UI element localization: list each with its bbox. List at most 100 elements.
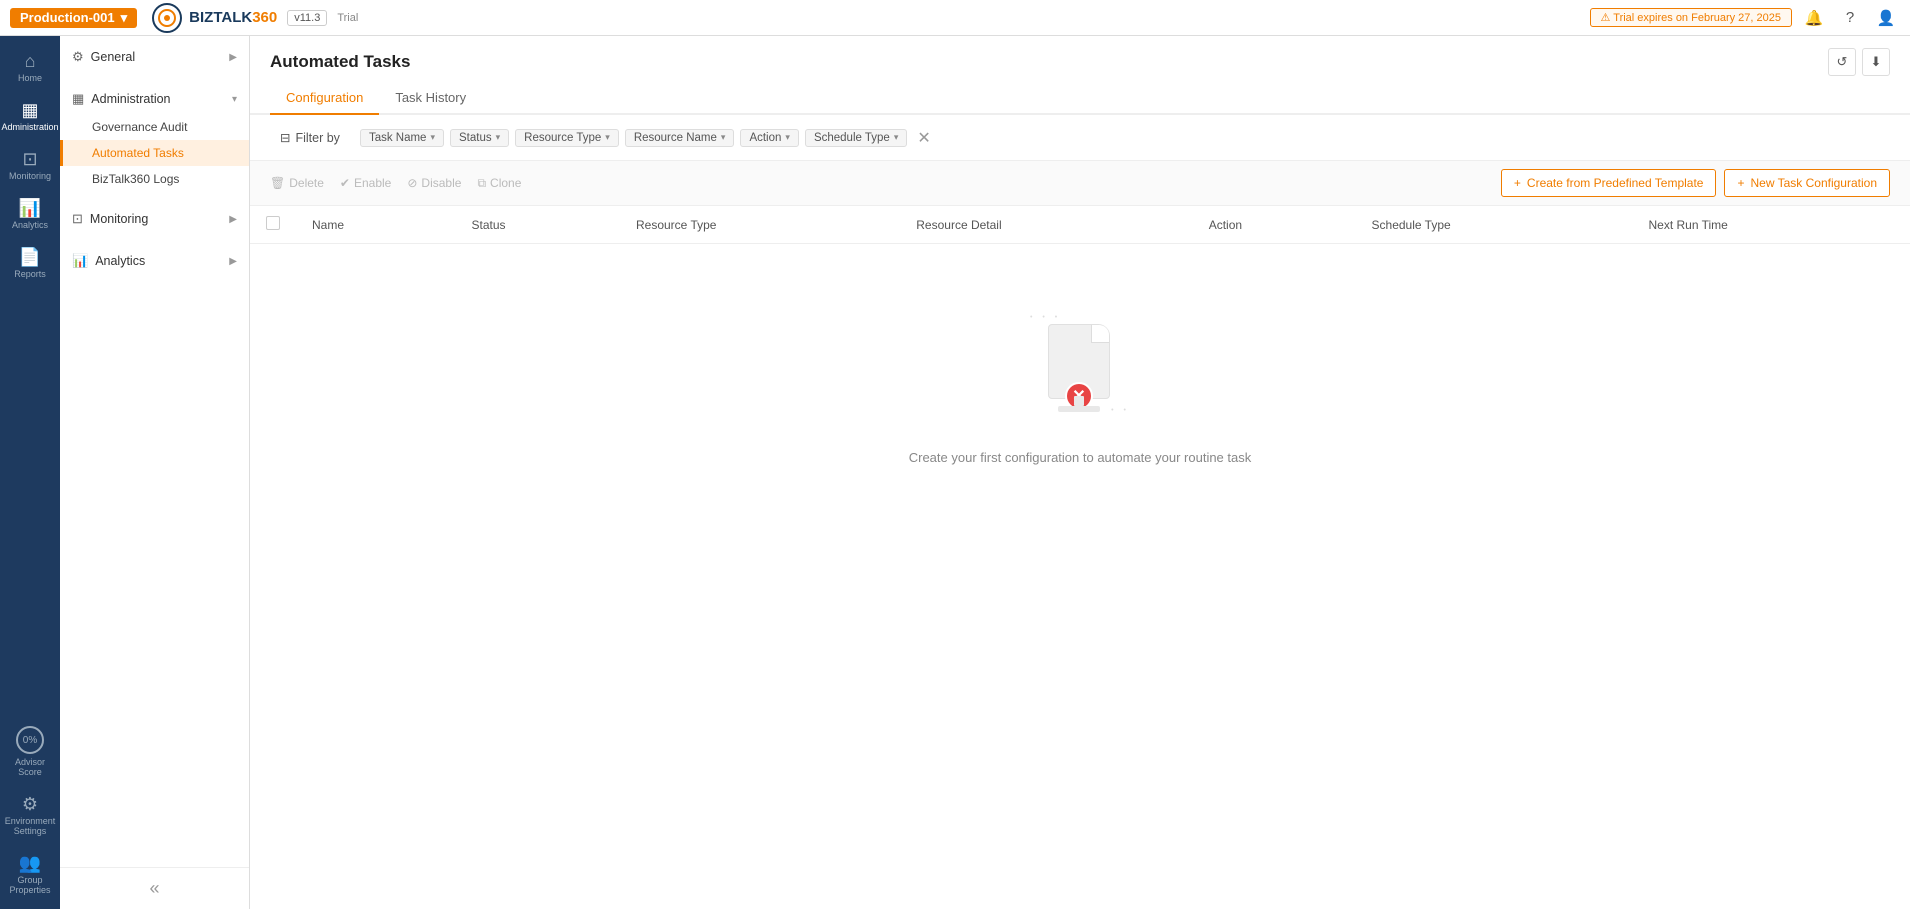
sidebar-icons: ⌂ Home ▦ Administration ⊡ Monitoring 📊 A… <box>0 36 60 909</box>
template-plus-icon: + <box>1514 176 1521 190</box>
refresh-button[interactable]: ↺ <box>1828 48 1856 76</box>
general-nav-icon: ⚙ <box>72 49 84 65</box>
sidebar-item-reports[interactable]: 📄 Reports <box>1 240 59 287</box>
monitoring-icon: ⊡ <box>22 150 37 168</box>
col-checkbox <box>250 206 296 244</box>
nav-administration[interactable]: ▦ Administration ▾ <box>60 84 249 114</box>
filter-tag-action[interactable]: Action ▾ <box>740 129 799 147</box>
sidebar-item-administration[interactable]: ▦ Administration <box>1 93 59 140</box>
empty-state: • • • ✕ <box>250 244 1910 525</box>
filter-clear-button[interactable]: ✕ <box>913 128 934 148</box>
sidebar-item-monitoring[interactable]: ⊡ Monitoring <box>1 142 59 189</box>
logo-icon <box>151 2 183 34</box>
status-chevron-icon: ▾ <box>496 132 501 143</box>
select-all-checkbox[interactable] <box>266 216 280 230</box>
nav-section-administration: ▦ Administration ▾ Governance Audit Auto… <box>60 78 249 198</box>
filter-tag-bar: Task Name ▾ Status ▾ Resource Type ▾ Res… <box>360 128 1890 148</box>
reports-icon: 📄 <box>19 248 41 266</box>
tasks-table: Name Status Resource Type Resource Detai… <box>250 206 1910 525</box>
create-predefined-template-button[interactable]: + Create from Predefined Template <box>1501 169 1717 197</box>
filter-tag-resource-type[interactable]: Resource Type ▾ <box>515 129 619 147</box>
action-row: 🗑 Delete ✔ Enable ⊘ Disable ⧉ Clone + Cr… <box>250 161 1910 206</box>
main-content: Automated Tasks ↺ ⬇ Configuration Task H… <box>250 36 1910 909</box>
filter-tag-status[interactable]: Status ▾ <box>450 129 509 147</box>
help-button[interactable]: ? <box>1836 4 1864 32</box>
monitor-base <box>1058 406 1100 412</box>
nav-governance-audit[interactable]: Governance Audit <box>60 114 249 140</box>
resource-name-chevron-icon: ▾ <box>721 132 726 143</box>
filter-tag-task-name[interactable]: Task Name ▾ <box>360 129 444 147</box>
filter-tag-schedule-type[interactable]: Schedule Type ▾ <box>805 129 907 147</box>
filter-toolbar: ⊟ Filter by Task Name ▾ Status ▾ Resourc… <box>250 115 1910 161</box>
action-row-right: + Create from Predefined Template + New … <box>1501 169 1890 197</box>
trial-label: Trial <box>337 12 358 24</box>
new-task-plus-icon: + <box>1737 176 1744 190</box>
user-button[interactable]: 👤 <box>1872 4 1900 32</box>
nav-section-analytics: 📊 Analytics ▶ <box>60 240 249 282</box>
filter-icon: ⊟ <box>280 130 290 145</box>
version-badge: v11.3 <box>287 10 327 26</box>
admin-chevron-icon: ▾ <box>232 94 237 105</box>
env-name: Production-001 <box>20 10 115 25</box>
col-status: Status <box>455 206 620 244</box>
nav-general[interactable]: ⚙ General ▶ <box>60 42 249 72</box>
nav-monitoring[interactable]: ⊡ Monitoring ▶ <box>60 204 249 234</box>
resource-type-chevron-icon: ▾ <box>605 132 610 143</box>
delete-action: 🗑 Delete <box>270 176 324 190</box>
clone-action: ⧉ Clone <box>477 176 521 191</box>
disable-icon: ⊘ <box>407 176 417 190</box>
clone-icon: ⧉ <box>477 176 486 191</box>
tab-task-history[interactable]: Task History <box>379 82 482 115</box>
schedule-type-chevron-icon: ▾ <box>894 132 899 143</box>
empty-illustration: • • • ✕ <box>1030 304 1130 414</box>
sidebar-item-analytics[interactable]: 📊 Analytics <box>1 191 59 238</box>
export-button[interactable]: ⬇ <box>1862 48 1890 76</box>
filter-tag-resource-name[interactable]: Resource Name ▾ <box>625 129 735 147</box>
notifications-button[interactable]: 🔔 <box>1800 4 1828 32</box>
tab-configuration[interactable]: Configuration <box>270 82 379 115</box>
home-icon: ⌂ <box>25 52 36 70</box>
new-task-configuration-button[interactable]: + New Task Configuration <box>1724 169 1890 197</box>
brand-logo: BIZTALK360 <box>151 2 277 34</box>
col-schedule-type: Schedule Type <box>1356 206 1633 244</box>
env-settings-icon: ⚙ <box>22 795 38 813</box>
delete-icon: 🗑 <box>270 176 285 190</box>
top-bar-right: ⚠ Trial expires on February 27, 2025 🔔 ?… <box>1590 4 1900 32</box>
sidebar-item-environment-settings[interactable]: ⚙ Environment Settings <box>1 787 59 844</box>
nav-biztalk360-logs[interactable]: BizTalk360 Logs <box>60 166 249 192</box>
nav-section-general: ⚙ General ▶ <box>60 36 249 78</box>
brand-text: BIZTALK360 <box>189 9 277 26</box>
header-actions: ↺ ⬇ <box>1828 48 1890 76</box>
sidebar-item-group-properties[interactable]: 👥 Group Properties <box>1 846 59 903</box>
sidebar-item-advisor-score[interactable]: 0% Advisor Score <box>1 718 59 785</box>
analytics-chevron-icon: ▶ <box>229 256 237 267</box>
col-resource-type: Resource Type <box>620 206 900 244</box>
enable-icon: ✔ <box>340 176 350 190</box>
tabs-bar: Configuration Task History <box>250 82 1910 115</box>
dots-top: • • • <box>1030 314 1061 321</box>
col-next-run-time: Next Run Time <box>1632 206 1910 244</box>
collapse-nav-button[interactable]: « <box>60 867 249 909</box>
doc-corner <box>1091 325 1109 343</box>
monitoring-nav-icon: ⊡ <box>72 211 83 227</box>
administration-icon: ▦ <box>21 101 38 119</box>
admin-nav-icon: ▦ <box>72 91 84 107</box>
trial-warning: ⚠ Trial expires on February 27, 2025 <box>1590 8 1792 27</box>
sidebar-item-home[interactable]: ⌂ Home <box>1 44 59 91</box>
table-container: Name Status Resource Type Resource Detai… <box>250 206 1910 909</box>
monitor-stem <box>1074 396 1084 406</box>
nav-analytics[interactable]: 📊 Analytics ▶ <box>60 246 249 276</box>
env-chevron: ▾ <box>121 10 128 26</box>
monitoring-chevron-icon: ▶ <box>229 214 237 225</box>
main-layout: ⌂ Home ▦ Administration ⊡ Monitoring 📊 A… <box>0 36 1910 909</box>
general-chevron-icon: ▶ <box>229 52 237 63</box>
page-header: Automated Tasks ↺ ⬇ <box>250 36 1910 76</box>
empty-state-message: Create your first configuration to autom… <box>909 450 1252 465</box>
dots-bottom: • • <box>1111 407 1130 414</box>
env-selector[interactable]: Production-001 ▾ <box>10 8 137 28</box>
nav-automated-tasks[interactable]: Automated Tasks <box>60 140 249 166</box>
score-circle: 0% <box>16 726 44 754</box>
filter-by-button[interactable]: ⊟ Filter by <box>270 125 350 150</box>
analytics-icon: 📊 <box>19 199 41 217</box>
task-name-chevron-icon: ▾ <box>430 132 435 143</box>
